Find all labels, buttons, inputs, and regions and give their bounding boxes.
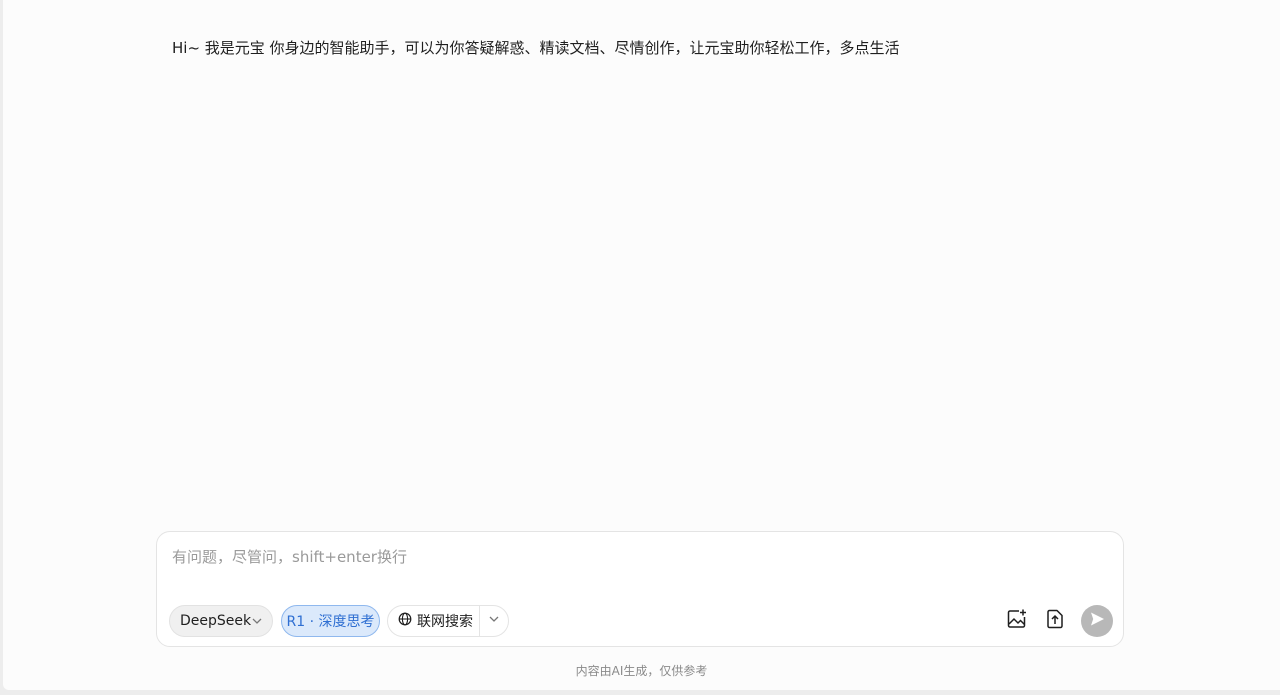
message-composer: DeepSeek R1 · 深度思考 联网搜索 <box>156 531 1124 647</box>
send-button[interactable] <box>1081 605 1113 637</box>
welcome-greeting: Hi~ 我是元宝 你身边的智能助手，可以为你答疑解惑、精读文档、尽情创作，让元宝… <box>172 39 900 57</box>
image-upload-button[interactable] <box>1006 608 1028 634</box>
deep-think-label: R1 · 深度思考 <box>286 614 375 630</box>
file-upload-icon <box>1044 608 1066 634</box>
globe-icon <box>398 612 417 630</box>
image-add-icon <box>1006 608 1028 634</box>
search-options-dropdown[interactable] <box>480 606 508 636</box>
web-search-label: 联网搜索 <box>417 614 473 630</box>
model-selector[interactable]: DeepSeek <box>169 605 273 637</box>
model-selector-label: DeepSeek <box>180 613 252 629</box>
prompt-input[interactable] <box>172 544 1102 570</box>
chevron-down-icon <box>488 613 500 629</box>
ai-disclaimer: 内容由AI生成，仅供参考 <box>575 664 708 678</box>
file-upload-button[interactable] <box>1044 608 1066 634</box>
web-search-toggle[interactable]: 联网搜索 <box>388 606 480 636</box>
chat-main-panel: Hi~ 我是元宝 你身边的智能助手，可以为你答疑解惑、精读文档、尽情创作，让元宝… <box>3 0 1280 690</box>
web-search-control: 联网搜索 <box>387 605 509 637</box>
chevron-down-icon <box>251 615 263 631</box>
deep-think-toggle[interactable]: R1 · 深度思考 <box>281 605 380 637</box>
send-icon <box>1088 610 1106 632</box>
